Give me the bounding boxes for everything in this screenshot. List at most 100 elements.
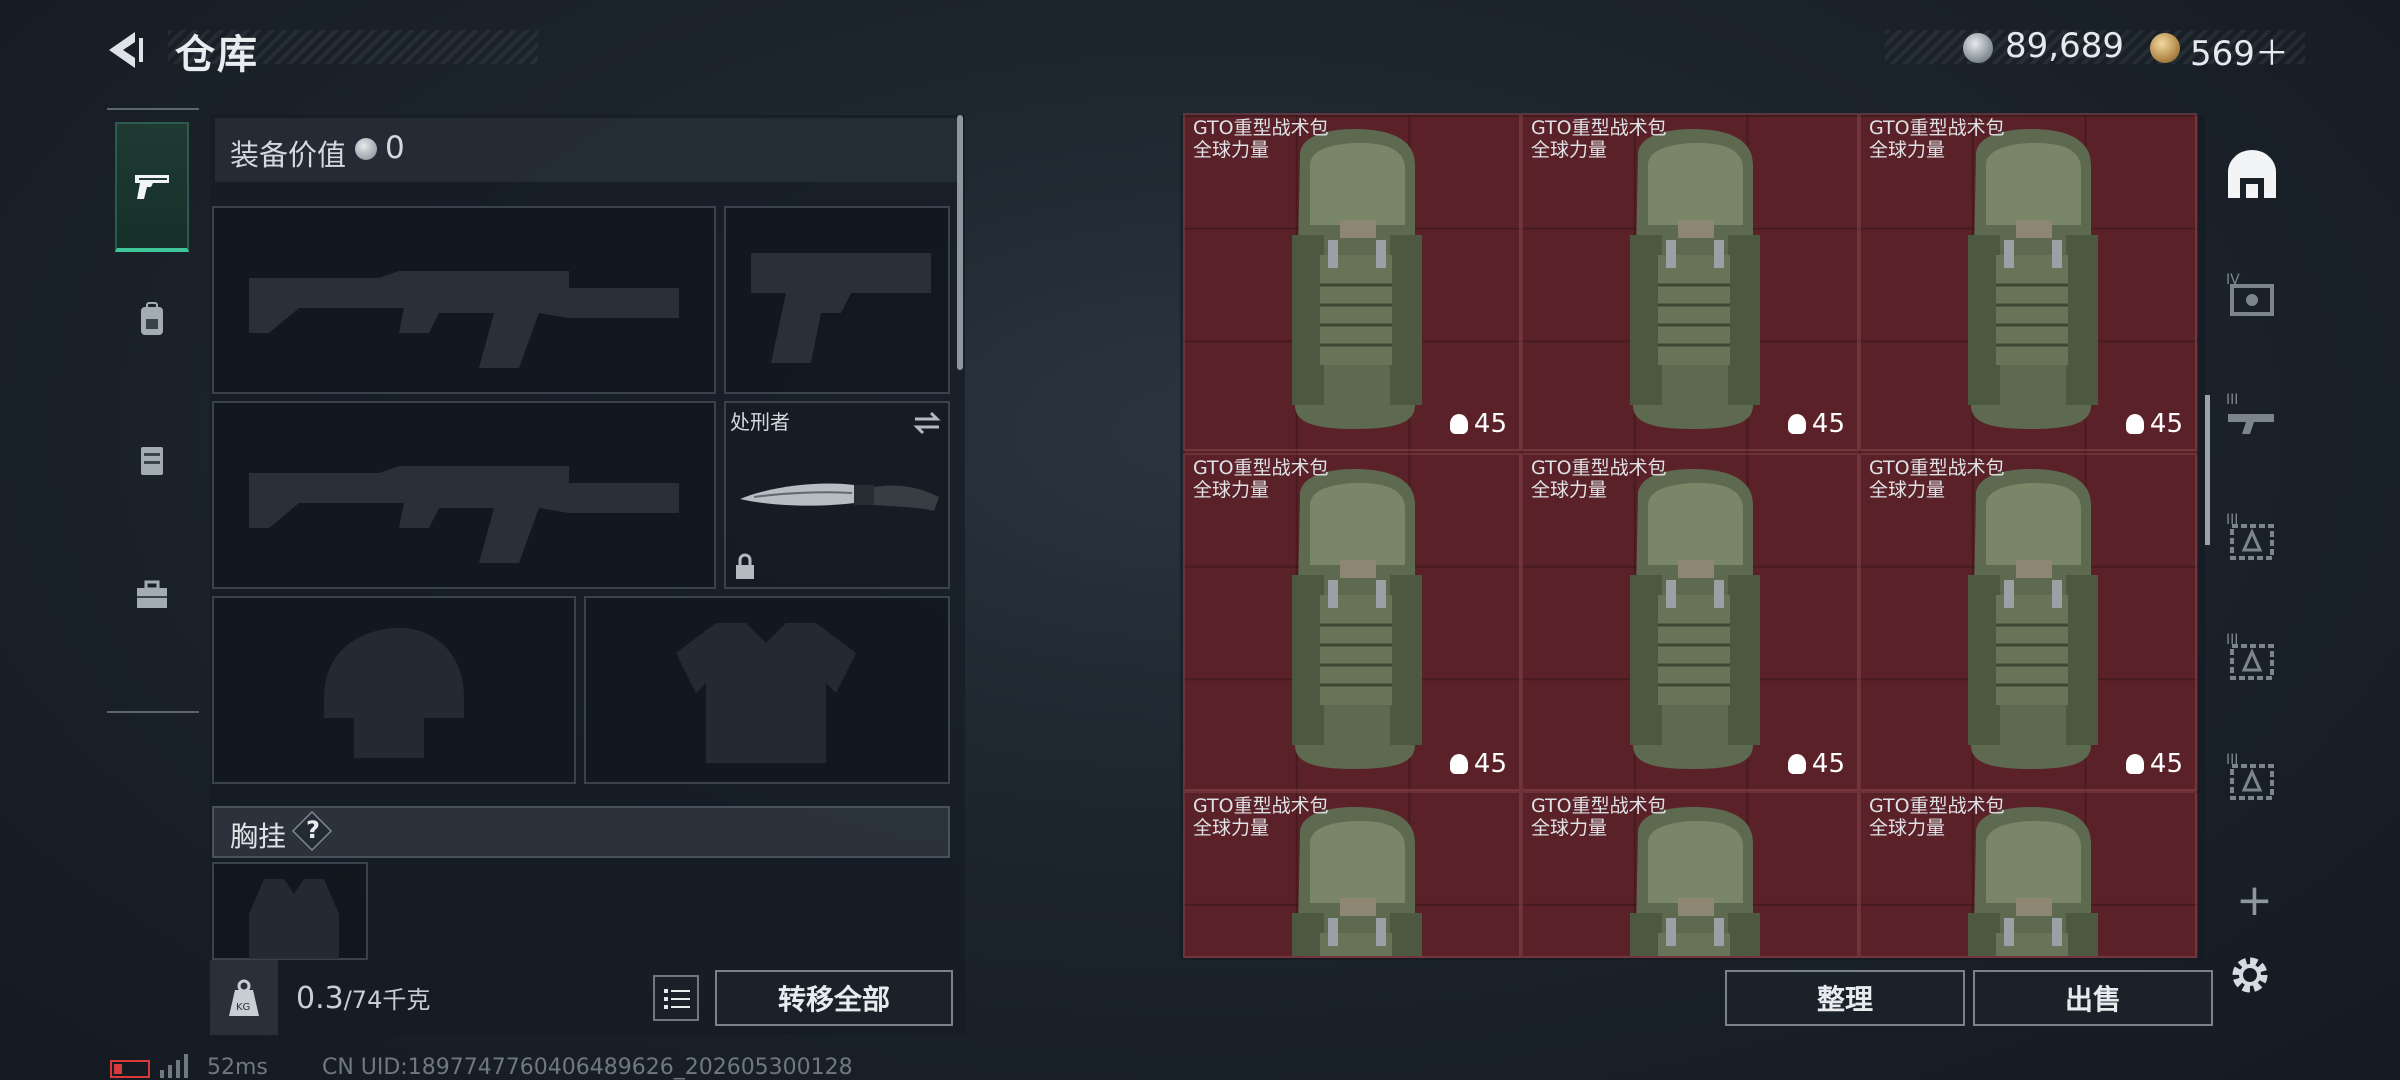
melee-weapon-name: 处刑者: [730, 410, 790, 434]
chest-rig-slot[interactable]: [212, 862, 368, 960]
item-count: 45: [1449, 409, 1507, 439]
durability-icon: [1449, 754, 1468, 774]
backpack-icon: [141, 302, 163, 335]
chest-rig-silhouette-icon: [249, 879, 339, 959]
lock-icon: [736, 553, 754, 579]
sort-button[interactable]: 整理: [1725, 970, 1965, 1026]
secondary-weapon-slot[interactable]: [212, 401, 716, 589]
storage-item-backpack[interactable]: GTO重型战术包 全球力量: [1183, 791, 1521, 958]
weight-max: /74千克: [343, 986, 431, 1014]
warehouse-icon[interactable]: [2224, 148, 2280, 204]
backpack-item-icon: [1292, 469, 1422, 769]
storage-box-iv-icon[interactable]: IV: [2224, 268, 2280, 324]
item-name: GTO重型战术包: [1193, 457, 1329, 479]
durability-icon: [1787, 754, 1806, 774]
pistol-silhouette-icon: [751, 253, 931, 363]
signal-strength-icon: [160, 1054, 188, 1078]
item-count: 45: [1787, 409, 1845, 439]
gold-coin-icon: [2150, 33, 2180, 63]
item-faction: 全球力量: [1193, 479, 1270, 501]
backpack-item-icon: [1968, 807, 2098, 956]
swap-arrows-icon[interactable]: [911, 409, 943, 437]
tab-toolbox[interactable]: [115, 530, 189, 660]
helmet-silhouette-icon: [324, 628, 464, 758]
storage-rifle-iii-icon[interactable]: III: [2224, 388, 2280, 444]
pistol-slot[interactable]: [724, 206, 950, 394]
storage-scrollbar[interactable]: [2205, 395, 2210, 545]
tab-container[interactable]: [115, 395, 189, 525]
equipment-scrollbar[interactable]: [957, 115, 963, 370]
item-faction: 全球力量: [1869, 479, 1946, 501]
item-name: GTO重型战术包: [1531, 117, 1667, 139]
item-faction: 全球力量: [1869, 817, 1946, 839]
help-question-mark: ?: [306, 816, 320, 844]
storage-item-backpack[interactable]: GTO重型战术包 全球力量 45: [1521, 113, 1859, 451]
vest-silhouette-icon: [676, 623, 856, 763]
item-count: 45: [1449, 749, 1507, 779]
item-count-value: 45: [1811, 749, 1845, 779]
storage-helmet-iii-icon[interactable]: III: [2224, 628, 2280, 684]
gear-icon[interactable]: [2225, 950, 2275, 1000]
network-ping: 52ms: [207, 1055, 268, 1080]
gold-currency-amount[interactable]: 569＋: [2190, 26, 2289, 75]
storage-item-backpack[interactable]: GTO重型战术包 全球力量 45: [1859, 113, 2197, 451]
silver-coin-icon: [1963, 33, 1993, 63]
durability-icon: [1449, 414, 1468, 434]
backpack-item-icon: [1968, 469, 2098, 769]
list-icon: [664, 989, 690, 1009]
backpack-item-icon: [1630, 469, 1760, 769]
storage-item-backpack[interactable]: GTO重型战术包 全球力量 45: [1521, 453, 1859, 791]
pistol-icon: [135, 175, 169, 199]
list-view-button[interactable]: [653, 975, 699, 1021]
item-name: GTO重型战术包: [1531, 457, 1667, 479]
item-count-value: 45: [2149, 749, 2183, 779]
add-storage-button[interactable]: +: [2236, 875, 2273, 926]
chest-rig-label: 胸挂: [230, 820, 287, 853]
item-count: 45: [2125, 749, 2183, 779]
durability-icon: [2125, 414, 2144, 434]
backpack-item-icon: [1630, 129, 1760, 429]
item-count: 45: [1787, 749, 1845, 779]
item-faction: 全球力量: [1193, 139, 1270, 161]
svg-text:III: III: [2226, 392, 2238, 408]
item-count-value: 45: [2149, 409, 2183, 439]
storage-item-backpack[interactable]: GTO重型战术包 全球力量 45: [1183, 113, 1521, 451]
storage-armor-iii-icon[interactable]: III: [2224, 508, 2280, 564]
tab-weapons[interactable]: [115, 122, 189, 252]
storage-item-backpack[interactable]: GTO重型战术包 全球力量 45: [1859, 453, 2197, 791]
silver-currency-amount: 89,689: [2005, 26, 2124, 66]
tab-backpack[interactable]: [115, 255, 189, 385]
backpack-item-icon: [1968, 129, 2098, 429]
item-name: GTO重型战术包: [1193, 117, 1329, 139]
item-name: GTO重型战术包: [1869, 795, 2005, 817]
storage-item-backpack[interactable]: GTO重型战术包 全球力量 45: [1183, 453, 1521, 791]
item-name: GTO重型战术包: [1531, 795, 1667, 817]
equipment-value-label: 装备价值: [230, 138, 347, 172]
helmet-slot[interactable]: [212, 596, 576, 784]
weight-readout: 0.3/74千克: [296, 980, 430, 1016]
page-title: 仓库: [175, 32, 259, 78]
toolbox-icon: [137, 580, 167, 608]
durability-icon: [2125, 754, 2144, 774]
item-faction: 全球力量: [1869, 139, 1946, 161]
item-name: GTO重型战术包: [1869, 457, 2005, 479]
sell-button[interactable]: 出售: [1973, 970, 2213, 1026]
transfer-all-button[interactable]: 转移全部: [715, 970, 953, 1026]
knife-icon: [740, 483, 939, 511]
storage-item-backpack[interactable]: GTO重型战术包 全球力量: [1521, 791, 1859, 958]
silver-coin-icon: [355, 138, 377, 160]
svg-text:KG: KG: [236, 1002, 250, 1013]
primary-weapon-slot[interactable]: [212, 206, 716, 394]
battery-fill: [114, 1064, 122, 1074]
backpack-item-icon: [1292, 129, 1422, 429]
backpack-item-icon: [1630, 807, 1760, 956]
item-name: GTO重型战术包: [1193, 795, 1329, 817]
weight-kg-icon: KG: [229, 979, 259, 1016]
storage-item-backpack[interactable]: GTO重型战术包 全球力量: [1859, 791, 2197, 958]
storage-case-iii-icon[interactable]: III: [2224, 748, 2280, 804]
back-arrow-icon[interactable]: [105, 28, 149, 72]
case-icon: [141, 447, 163, 475]
armor-slot[interactable]: [584, 596, 950, 784]
durability-icon: [1787, 414, 1806, 434]
user-uid: CN UID:1897747760406489626_202605300128: [322, 1055, 853, 1080]
